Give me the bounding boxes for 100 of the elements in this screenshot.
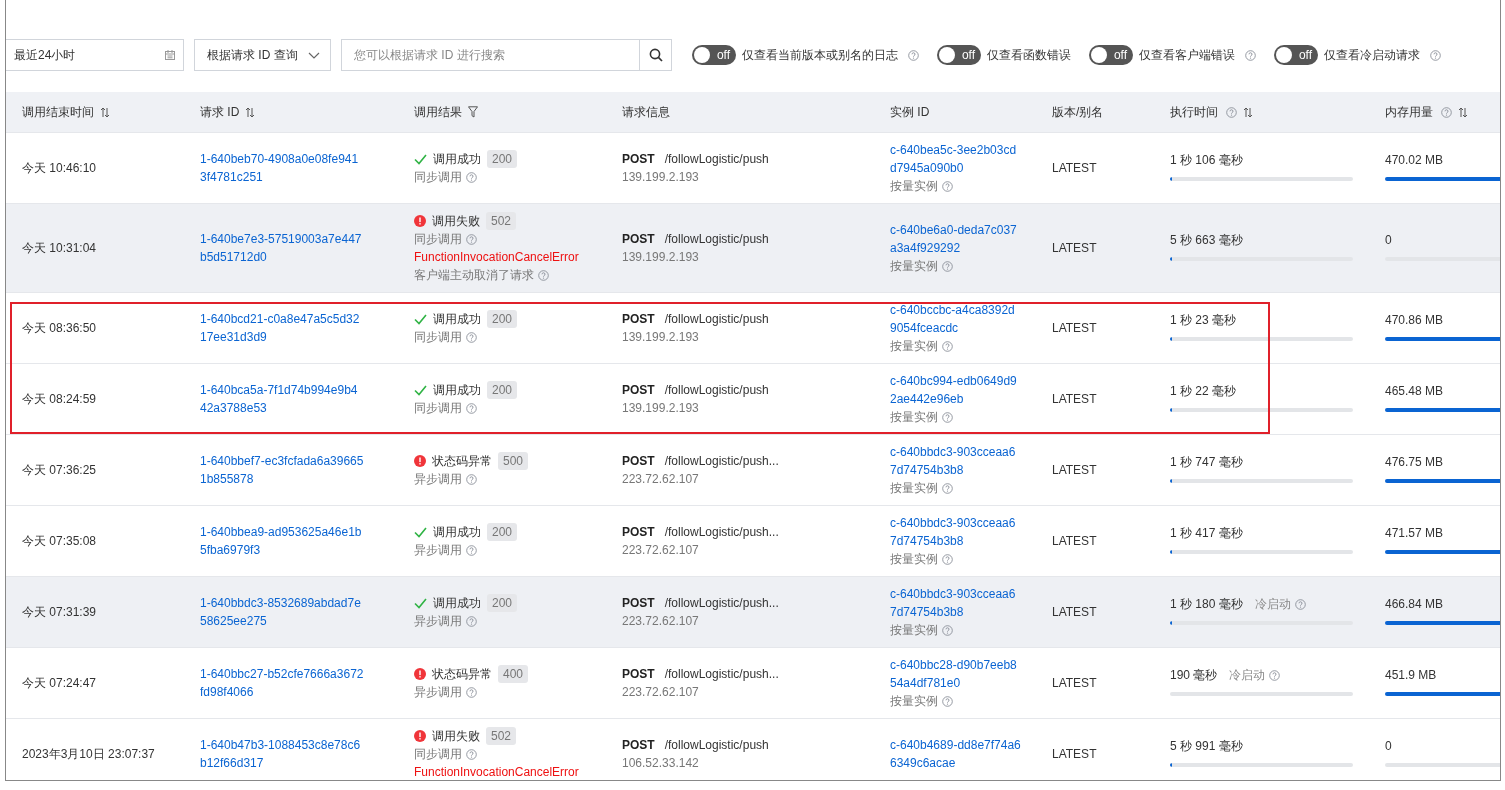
request-id-link[interactable]: 1-640be7e3-57519003a7e447b5d51712d0 [200,230,364,266]
duration-text: 1 秒 23 毫秒 [1170,312,1237,329]
help-icon[interactable] [942,180,953,192]
help-icon[interactable] [942,260,953,272]
http-method: POST [622,151,655,168]
column-header[interactable]: 版本/别名 [1052,103,1104,121]
column-header[interactable]: 内存用量 [1385,103,1433,121]
help-icon[interactable] [1226,106,1237,118]
help-icon[interactable] [466,233,477,245]
memory-text: 470.86 MB [1385,312,1445,329]
request-path: /followLogistic/push... [664,595,779,612]
table-row[interactable]: 今天 07:36:25 1-640bbef7-ec3fcfada6a396651b855878 状态码异常 500 异步调用 POST /followLogistic/push... 223.72.62.107 c-640bbdc3-903cceaa67d74754b3b8 按量实例 LATEST 1 秒 747 毫秒 476.75 MB [6,434,1500,505]
help-icon[interactable] [466,402,477,414]
search-field[interactable]: 您可以根据请求 ID 进行搜索 [341,39,639,71]
table-row[interactable]: 今天 08:24:59 1-640bca5a-7f1d74b994e9b442a3788e53 调用成功 200 同步调用 POST /followLogistic/push 139.199.2.193 c-640bc994-edb0649d92ae442e96eb 按量实例 LATEST 1 秒 22 毫秒 465.48 MB [6,363,1500,434]
request-path: /followLogistic/push [664,231,769,248]
column-header[interactable]: 调用结束时间 [22,103,94,121]
instance-id-link[interactable]: c-640bbdc3-903cceaa67d74754b3b8 [890,514,1021,550]
column-header[interactable]: 请求信息 [622,103,670,121]
help-icon[interactable] [466,748,477,760]
help-icon[interactable] [1430,49,1441,61]
instance-id-link[interactable]: c-640bccbc-a4ca8392d9054fceacdc [890,301,1021,337]
help-icon[interactable] [466,171,477,183]
sort-icon[interactable] [1458,106,1468,118]
help-icon[interactable] [1269,669,1281,681]
filter-icon[interactable] [468,106,478,118]
search-button[interactable] [639,39,672,71]
status-code-badge: 400 [498,665,529,683]
column-header[interactable]: 调用结果 [414,103,462,121]
request-id-link[interactable]: 1-640bbdc3-8532689abdad7e58625ee275 [200,594,364,630]
instance-id-link[interactable]: c-640bbc28-d90b7eeb854a4df781e0 [890,656,1021,692]
table-row[interactable]: 今天 07:31:39 1-640bbdc3-8532689abdad7e58625ee275 调用成功 200 异步调用 POST /followLogistic/push... 223.72.62.107 c-640bbdc3-903cceaa67d74754b3b8 按量实例 LATEST 1 秒 180 毫秒 冷启动 466.84 MB [6,576,1500,647]
instance-id-link[interactable]: c-640bea5c-3ee2b03cdd7945a090b0 [890,141,1021,177]
help-icon[interactable] [1441,106,1452,118]
invoke-mode: 同步调用 [414,231,462,248]
table-cell: LATEST [1052,241,1097,255]
toggle-switch[interactable]: off [1089,45,1133,65]
help-icon[interactable] [466,615,477,627]
request-id-link[interactable]: 1-640bbef7-ec3fcfada6a396651b855878 [200,452,364,488]
column-header[interactable]: 请求 ID [200,103,240,121]
help-icon[interactable] [466,473,477,485]
error-name: FunctionInvocationCancelError [414,249,580,266]
instance-id-link[interactable]: c-640be6a0-deda7c037a3a4f929292 [890,221,1021,257]
sort-icon[interactable] [245,106,256,118]
instance-id-link[interactable]: c-640bbdc3-903cceaa67d74754b3b8 [890,443,1021,479]
client-ip: 223.72.62.107 [622,613,700,630]
help-icon[interactable] [942,553,953,565]
help-icon[interactable] [942,624,953,636]
client-ip: 139.199.2.193 [622,329,700,346]
instance-id-link[interactable]: c-640bbdc3-903cceaa67d74754b3b8 [890,585,1021,621]
request-id-link[interactable]: 1-640bca5a-7f1d74b994e9b442a3788e53 [200,381,364,417]
table-row[interactable]: 今天 10:31:04 1-640be7e3-57519003a7e447b5d51712d0 调用失败 502 同步调用 FunctionInvocationCancelError 客户端主动取消了请求 POST /followLogistic/push 139.199.2.193 c-640be6a0-deda7c037a3a4f929292 按量实例 LATEST 5 秒 663 毫秒 0 [6,203,1500,292]
search-icon [648,48,663,62]
status-code-badge: 502 [486,727,517,745]
table-row[interactable]: 今天 07:24:47 1-640bbc27-b52cfe7666a3672fd98f4066 状态码异常 400 异步调用 POST /followLogistic/push... 223.72.62.107 c-640bbc28-d90b7eeb854a4df781e0 按量实例 LATEST 190 毫秒 冷启动 451.9 MB [6,647,1500,718]
request-id-link[interactable]: 1-640bbc27-b52cfe7666a3672fd98f4066 [200,665,364,701]
status-code-badge: 502 [486,212,517,230]
query-type-dropdown[interactable]: 根据请求 ID 查询 [194,39,331,71]
http-method: POST [622,311,655,328]
column-header[interactable]: 实例 ID [890,103,930,121]
toggle-switch[interactable]: off [937,45,981,65]
duration-text: 5 秒 991 毫秒 [1170,738,1243,755]
help-icon[interactable] [942,411,953,423]
duration-text: 1 秒 417 毫秒 [1170,525,1243,542]
table-row[interactable]: 今天 08:36:50 1-640bcd21-c0a8e47a5c5d3217ee31d3d9 调用成功 200 同步调用 POST /followLogistic/push 139.199.2.193 c-640bccbc-a4ca8392d9054fceacdc 按量实例 LATEST 1 秒 23 毫秒 470.86 MB [6,292,1500,363]
sort-icon[interactable] [1243,106,1253,118]
help-icon[interactable] [942,695,953,707]
cold-start-label: 冷启动 [1254,596,1291,613]
request-id-link[interactable]: 1-640bcd21-c0a8e47a5c5d3217ee31d3d9 [200,310,364,346]
date-range-field[interactable]: 最近24小时 [6,39,184,71]
memory-text: 470.02 MB [1385,152,1445,169]
table-row[interactable]: 2023年3月10日 23:07:37 1-640b47b3-1088453c8e78c6b12f66d317 调用失败 502 同步调用 FunctionInvocationCancelError POST /followLogistic/push 106.52.33.142 c-640b4689-dd8e7f74a66349c6acae LATEST 5 秒 991 毫秒 0 [6,718,1500,780]
invoke-mode: 异步调用 [414,684,462,701]
request-id-link[interactable]: 1-640bbea9-ad953625a46e1b5fba6979f3 [200,523,364,559]
table-cell: 今天 07:35:08 [22,534,97,548]
instance-type: 按量实例 [890,178,938,195]
table-cell: 今天 08:36:50 [22,321,97,335]
duration-text: 1 秒 747 毫秒 [1170,454,1243,471]
help-icon[interactable] [466,331,477,343]
status-code-badge: 500 [498,452,529,470]
table-cell: LATEST [1052,392,1097,406]
sort-icon[interactable] [100,106,110,118]
help-icon[interactable] [466,544,477,556]
request-id-link[interactable]: 1-640b47b3-1088453c8e78c6b12f66d317 [200,736,364,772]
table-cell: 今天 08:24:59 [22,392,97,406]
request-id-link[interactable]: 1-640beb70-4908a0e08fe9413f4781c251 [200,150,364,186]
help-icon[interactable] [908,49,919,61]
instance-id-link[interactable]: c-640bc994-edb0649d92ae442e96eb [890,372,1021,408]
help-icon[interactable] [942,340,953,352]
help-icon[interactable] [538,269,549,281]
column-header[interactable]: 执行时间 [1170,103,1218,121]
help-icon[interactable] [466,686,477,698]
toggle-switch[interactable]: off [692,45,736,65]
toggle-switch[interactable]: off [1274,45,1318,65]
help-icon[interactable] [942,482,953,494]
request-path: /followLogistic/push [664,311,769,328]
help-icon[interactable] [1294,598,1306,610]
instance-id-link[interactable]: c-640b4689-dd8e7f74a66349c6acae [890,736,1021,772]
help-icon[interactable] [1245,49,1256,61]
duration-text: 1 秒 22 毫秒 [1170,383,1237,400]
